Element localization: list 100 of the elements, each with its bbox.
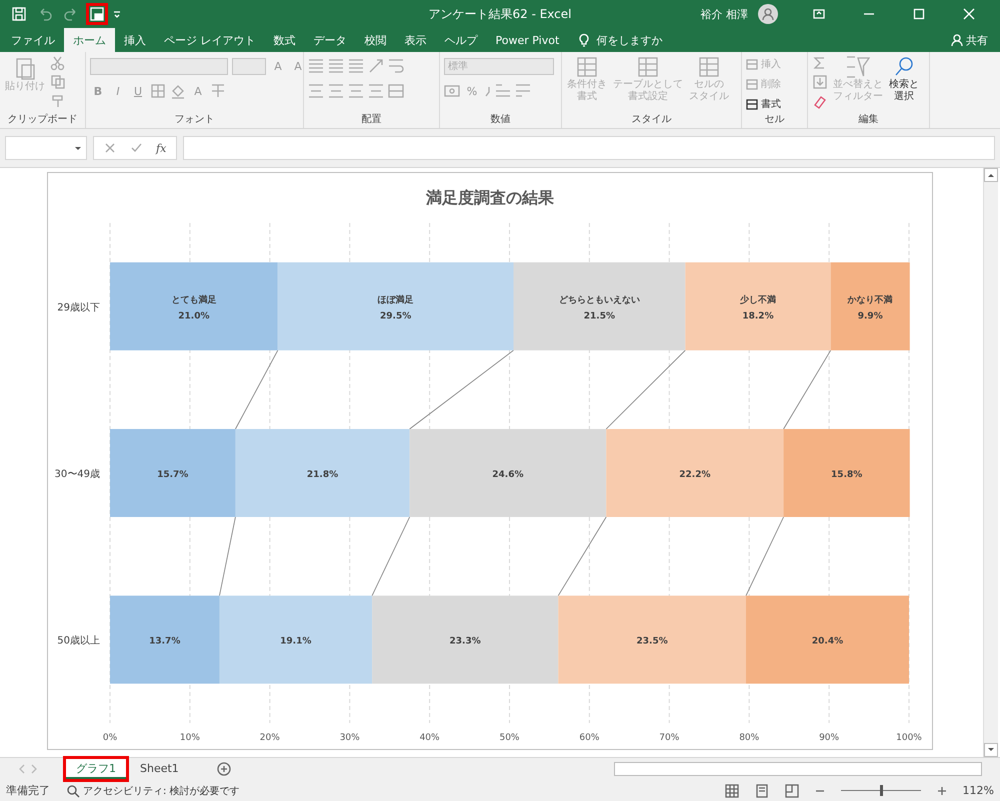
axis-tick-label: 80% xyxy=(739,733,760,743)
group-label: 配置 xyxy=(360,112,382,127)
ribbon-tab[interactable]: ファイル xyxy=(2,28,64,52)
cell-button[interactable]: 書式 xyxy=(746,95,781,112)
data-label: 19.1% xyxy=(280,636,312,647)
align-icon xyxy=(328,59,344,73)
group-label: スタイル xyxy=(630,113,672,127)
cells-icon xyxy=(746,78,758,90)
share-button[interactable]: 共有 xyxy=(939,28,1000,52)
close-icon xyxy=(963,8,975,20)
align-icon xyxy=(368,84,384,98)
wrap-text-icon xyxy=(388,58,404,74)
ribbon-tab[interactable]: Power Pivot xyxy=(486,28,568,52)
scroll-down-icon xyxy=(987,747,995,753)
formula-field[interactable] xyxy=(183,136,995,160)
ribbon-tab[interactable]: 数式 xyxy=(264,28,304,52)
ribbon-tab[interactable]: ページ レイアウト xyxy=(155,28,264,52)
decrease-decimal-icon xyxy=(515,83,531,99)
data-label: とても満足 21.0% xyxy=(171,295,216,322)
data-label: どちらともいえない 21.5% xyxy=(558,295,640,322)
ribbon-tab[interactable]: 校閲 xyxy=(356,28,396,52)
insert-function-button[interactable]: fx xyxy=(156,142,166,154)
save-icon xyxy=(11,6,27,22)
vertical-scrollbar[interactable] xyxy=(983,168,998,757)
phonetic-icon xyxy=(210,83,226,99)
user-name: 裕介 相澤 xyxy=(700,6,748,22)
axis-tick-label: 50% xyxy=(500,733,520,743)
data-label: 15.7% xyxy=(157,470,188,480)
axis-tick-label: 0% xyxy=(102,733,118,743)
data-label: 22.2% xyxy=(679,470,710,480)
group-label: セル xyxy=(764,113,786,127)
cells-icon xyxy=(746,58,758,70)
align-icon xyxy=(348,59,364,73)
comma-icon xyxy=(484,86,491,96)
axis-tick-label: 40% xyxy=(420,733,440,743)
cells-icon xyxy=(746,98,758,110)
editing-button[interactable]: 検索と 選択 xyxy=(888,55,920,112)
person-icon xyxy=(761,7,775,21)
zoom-thumb[interactable] xyxy=(880,785,883,796)
currency-icon xyxy=(444,83,460,99)
new-sheet-icon xyxy=(216,762,231,776)
ribbon-tab[interactable]: ヘルプ xyxy=(436,28,486,52)
merge-icon xyxy=(388,84,404,98)
cancel-icon xyxy=(104,142,116,154)
group-label: 編集 xyxy=(858,113,880,127)
group-label: クリップボード xyxy=(6,112,78,127)
category-label: 50歳以上 xyxy=(57,636,100,647)
sheet-tab[interactable]: Sheet1 xyxy=(130,759,189,779)
avatar-icon[interactable] xyxy=(758,4,778,24)
status-text: 準備完了 xyxy=(6,783,50,798)
accessibility-status[interactable]: アクセシビリティ: 検討が必要です xyxy=(66,782,240,799)
data-label: 24.6% xyxy=(492,470,524,480)
category-label: 30〜49歳 xyxy=(54,469,100,480)
font-size-field[interactable] xyxy=(232,58,266,74)
data-label: 21.8% xyxy=(306,470,338,480)
sort-filter-icon xyxy=(846,55,870,79)
scissors-icon xyxy=(50,55,66,71)
prev-sheet-icon xyxy=(18,764,26,774)
font-name-field[interactable] xyxy=(90,58,228,74)
name-box[interactable] xyxy=(5,136,87,160)
lightbulb-icon xyxy=(578,33,590,47)
align-icon xyxy=(328,84,344,98)
normal-view-icon xyxy=(724,784,739,798)
data-label: 15.8% xyxy=(831,470,862,480)
axis-tick-label: 90% xyxy=(819,733,840,743)
table-format-icon xyxy=(575,55,599,79)
sheet-tab[interactable]: グラフ1 xyxy=(66,759,126,779)
category-label: 29歳以下 xyxy=(57,302,100,314)
data-label: 13.7% xyxy=(149,636,180,647)
horizontal-scrollbar[interactable] xyxy=(614,762,982,776)
axis-tick-label: 30% xyxy=(340,733,360,743)
ribbon-tab[interactable]: 挿入 xyxy=(115,28,155,52)
axis-tick-label: 20% xyxy=(260,733,280,743)
scroll-up-icon xyxy=(987,172,995,178)
ribbon-display-icon xyxy=(813,8,825,20)
form-icon xyxy=(89,6,105,22)
accessibility-icon xyxy=(66,784,80,798)
table-format-icon xyxy=(697,55,721,79)
ribbon-tab[interactable]: データ xyxy=(304,28,356,52)
group-label: 数値 xyxy=(490,113,512,127)
group-label: フォント xyxy=(174,113,216,127)
data-label: 20.4% xyxy=(812,636,844,647)
axis-tick-label: 70% xyxy=(659,733,680,743)
zoom-level[interactable]: 112% xyxy=(962,784,994,797)
align-icon xyxy=(348,84,364,98)
person-icon xyxy=(951,34,963,46)
form-button[interactable] xyxy=(86,3,108,25)
ribbon-tab[interactable]: 表示 xyxy=(396,28,436,52)
window-title: アンケート結果62 - Excel xyxy=(428,6,572,20)
axis-tick-label: 100% xyxy=(896,733,922,743)
ribbon-tab[interactable]: ホーム xyxy=(64,28,115,52)
data-label: 少し不満 18.2% xyxy=(740,295,776,322)
data-label: かなり不満 9.9% xyxy=(848,295,893,322)
maximize-icon xyxy=(913,8,925,20)
chart-title: 満足度調査の結果 xyxy=(426,188,554,207)
copy-icon xyxy=(50,74,66,90)
next-sheet-icon xyxy=(30,764,38,774)
borders-icon xyxy=(150,83,166,99)
increase-decimal-icon xyxy=(495,83,511,99)
tell-me-field[interactable]: 何をしますか xyxy=(568,28,672,52)
